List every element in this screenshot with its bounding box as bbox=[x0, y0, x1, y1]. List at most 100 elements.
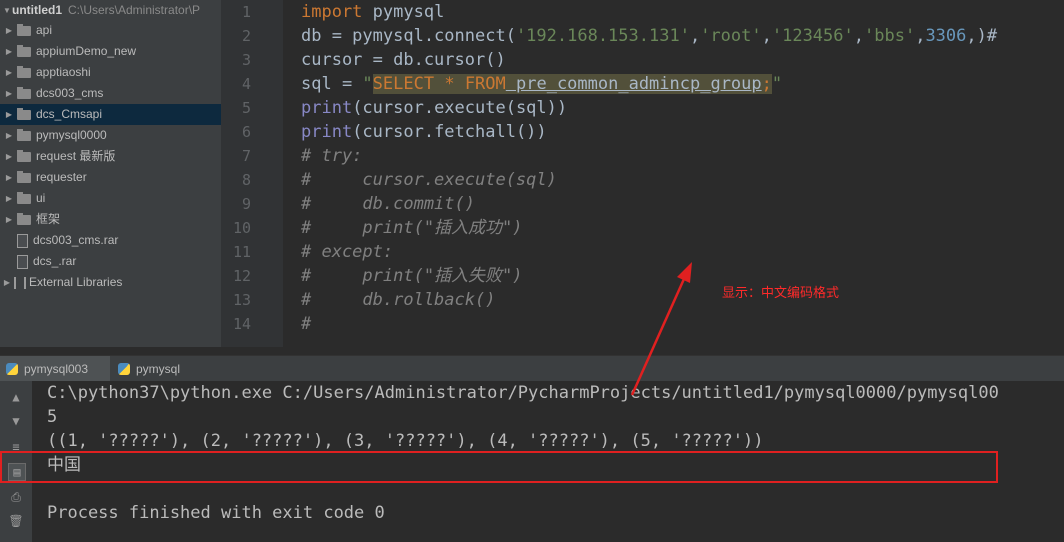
folder-icon bbox=[17, 170, 31, 183]
code-line-6: print(cursor.fetchall()) bbox=[301, 120, 547, 144]
string: '192.168.153.131' bbox=[515, 26, 690, 46]
console-line-exit: Process finished with exit code 0 bbox=[47, 503, 385, 523]
chevron-right-icon[interactable]: ▶ bbox=[4, 188, 14, 209]
sql-keyword: SELECT bbox=[372, 74, 435, 94]
chevron-right-icon[interactable]: ▶ bbox=[4, 104, 14, 125]
arrow-up-icon[interactable]: ▲ bbox=[8, 389, 24, 405]
trash-icon[interactable]: 🗑 bbox=[8, 513, 24, 529]
tree-item-ui[interactable]: ▶ ui bbox=[4, 188, 45, 209]
tab-label: pymysql003 bbox=[24, 362, 89, 376]
tree-item-request[interactable]: ▶ request 最新版 bbox=[4, 146, 115, 167]
code-line-11: # except: bbox=[301, 242, 394, 262]
line-number: 2 bbox=[241, 27, 251, 45]
code-line-9: # db.commit() bbox=[301, 194, 475, 214]
tree-item-label: requester bbox=[36, 170, 87, 184]
annotation-text: 显示：中文编码格式 bbox=[722, 286, 840, 301]
sql-keyword: FROM bbox=[464, 74, 506, 94]
folder-icon bbox=[17, 212, 31, 225]
tree-item-label: appiumDemo_new bbox=[36, 44, 137, 58]
code-text: pymysql bbox=[362, 2, 445, 22]
code-line-5: print(cursor.execute(sql)) bbox=[301, 96, 567, 120]
project-tree[interactable]: ▼ untitled1 C:\Users\Administrator\P ▶ ap… bbox=[0, 0, 221, 347]
editor-gutter: 1 2 3 4 5 6 7 8 9 10 11 12 13 14 bbox=[221, 0, 298, 347]
tree-item-label: dcs_Cmsapi bbox=[36, 107, 103, 121]
folder-icon bbox=[17, 107, 31, 120]
line-number: 13 bbox=[232, 291, 251, 309]
code-editor[interactable]: import pymysql db = pymysql.connect('192… bbox=[283, 0, 1064, 347]
tree-item-dcs003-rar[interactable]: dcs003_cms.rar bbox=[14, 230, 118, 251]
code-text: (cursor.fetchall()) bbox=[352, 122, 547, 142]
tree-item-dcs-rar[interactable]: dcs_.rar bbox=[14, 251, 76, 272]
code-text: (cursor.execute(sql)) bbox=[352, 98, 568, 118]
run-tab-pymysql[interactable]: pymysql bbox=[112, 356, 192, 382]
tree-item-label: 框架 bbox=[36, 212, 61, 226]
number: 3306 bbox=[925, 26, 967, 46]
run-tab-pymysql003[interactable]: pymysql003 bbox=[0, 356, 110, 382]
chevron-right-icon[interactable]: ▶ bbox=[4, 83, 14, 104]
tree-item-label: pymysql0000 bbox=[36, 128, 107, 142]
python-icon bbox=[6, 363, 18, 375]
file-icon bbox=[17, 233, 28, 248]
tree-item-external-libraries[interactable]: ▶ External Libraries bbox=[2, 272, 122, 293]
code-text: db = pymysql.connect( bbox=[301, 26, 516, 46]
code-text: sql = bbox=[301, 74, 363, 94]
tree-item-api[interactable]: ▶ api bbox=[4, 20, 52, 41]
sql-semicolon: ; bbox=[761, 74, 772, 94]
builtin: print bbox=[301, 122, 353, 142]
tree-item-kuangjia[interactable]: ▶ 框架 bbox=[4, 209, 60, 230]
print-icon[interactable]: ⎙ bbox=[8, 489, 24, 505]
chevron-right-icon[interactable]: ▶ bbox=[4, 209, 14, 230]
tree-item-dcs003-cms[interactable]: ▶ dcs003_cms bbox=[4, 83, 103, 104]
sql-highlight: SELECT * FROM pre_common_admincp_group; bbox=[372, 74, 772, 94]
tree-item-label: ui bbox=[36, 191, 46, 205]
tree-item-apptiaoshi[interactable]: ▶ apptiaoshi bbox=[4, 62, 91, 83]
line-number: 10 bbox=[232, 219, 251, 237]
project-path: C:\Users\Administrator\P bbox=[68, 3, 201, 17]
string-quote: " bbox=[362, 74, 373, 94]
chevron-right-icon[interactable]: ▶ bbox=[4, 125, 14, 146]
chevron-right-icon[interactable]: ▶ bbox=[4, 20, 14, 41]
code-line-10: # print("插入成功") bbox=[301, 218, 523, 238]
project-name: untitled1 bbox=[12, 3, 62, 17]
keyword: import bbox=[301, 2, 363, 22]
chevron-right-icon[interactable]: ▶ bbox=[4, 41, 14, 62]
code-line-1: import pymysql bbox=[301, 0, 444, 24]
code-line-3: cursor = db.cursor() bbox=[301, 50, 506, 70]
line-number: 14 bbox=[232, 315, 251, 333]
highlight-box bbox=[0, 451, 998, 483]
tree-item-label: dcs003_cms bbox=[36, 86, 104, 100]
tree-item-pymysql0000[interactable]: ▶ pymysql0000 bbox=[4, 125, 107, 146]
folder-icon bbox=[17, 191, 31, 204]
tree-item-requester[interactable]: ▶ requester bbox=[4, 167, 87, 188]
tab-label: pymysql bbox=[136, 362, 181, 376]
file-icon bbox=[17, 254, 28, 269]
line-number: 5 bbox=[241, 99, 251, 117]
line-number: 6 bbox=[241, 123, 251, 141]
code-line-14: # bbox=[301, 314, 312, 334]
tree-item-label: apptiaoshi bbox=[36, 65, 91, 79]
sql-text: * bbox=[434, 74, 465, 94]
tree-item-appiumdemo[interactable]: ▶ appiumDemo_new bbox=[4, 41, 136, 62]
line-number: 9 bbox=[241, 195, 251, 213]
line-number: 11 bbox=[232, 243, 251, 261]
folder-icon bbox=[17, 44, 31, 57]
chevron-right-icon[interactable]: ▶ bbox=[4, 62, 14, 83]
chevron-right-icon[interactable]: ▶ bbox=[4, 167, 14, 188]
code-line-13: # db.rollback() bbox=[301, 290, 496, 310]
chevron-right-icon[interactable]: ▶ bbox=[2, 272, 12, 293]
tree-item-dcs-cmsapi[interactable]: ▶ dcs_Cmsapi bbox=[0, 104, 221, 125]
code-line-4: sql = "SELECT * FROM pre_common_admincp_… bbox=[301, 72, 782, 96]
chevron-down-icon[interactable]: ▼ bbox=[2, 0, 12, 21]
run-tabs: pymysql003 pymysql bbox=[0, 355, 1064, 382]
string-quote: " bbox=[771, 74, 783, 94]
tree-root[interactable]: ▼ untitled1 C:\Users\Administrator\P bbox=[2, 0, 200, 21]
folder-icon bbox=[17, 128, 31, 141]
tree-item-label: External Libraries bbox=[29, 275, 123, 289]
tree-item-label: api bbox=[36, 23, 53, 37]
line-number: 12 bbox=[232, 267, 251, 285]
string: 'root' bbox=[700, 26, 762, 46]
console-line-count: 5 bbox=[47, 407, 58, 427]
code-line-2: db = pymysql.connect('192.168.153.131','… bbox=[301, 26, 998, 46]
chevron-right-icon[interactable]: ▶ bbox=[4, 146, 14, 167]
arrow-down-icon[interactable]: ▼ bbox=[8, 413, 24, 429]
